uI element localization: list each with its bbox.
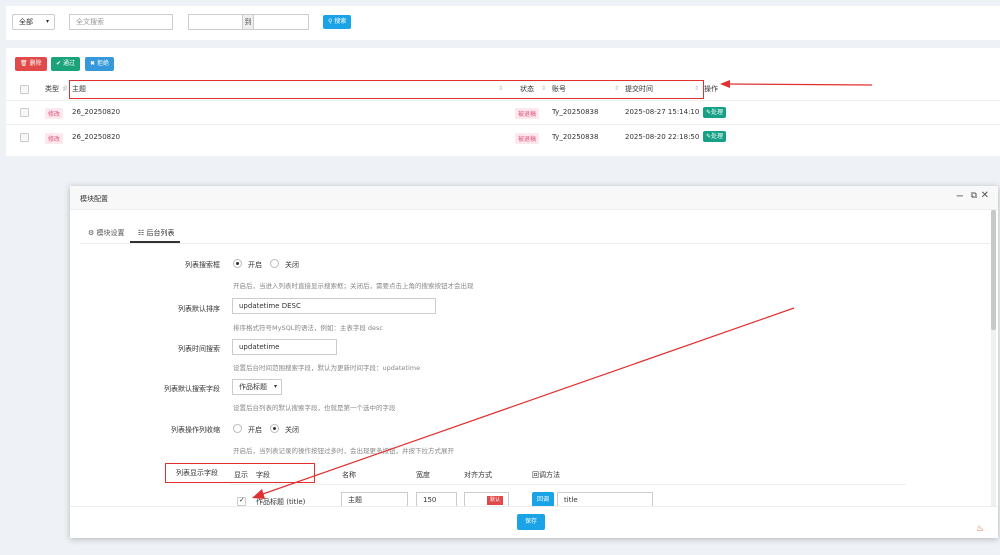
- search-button[interactable]: ⚲ 搜索: [323, 15, 352, 29]
- check-circle-icon: ✔: [56, 60, 62, 67]
- modal-title: 模块配置: [80, 195, 108, 203]
- status-badge: 被退稿: [515, 133, 540, 144]
- search-button-label: 搜索: [334, 18, 347, 25]
- type-badge: 修改: [45, 133, 64, 144]
- list-search-box-label: 列表搜索框: [185, 261, 220, 269]
- row-checkbox[interactable]: [20, 133, 29, 142]
- status-badge: 被退稿: [515, 108, 540, 119]
- row-divider: [6, 100, 1000, 101]
- row-checkbox[interactable]: [20, 108, 29, 117]
- approve-label: 通过: [62, 60, 75, 67]
- search-box-on-radio[interactable]: [233, 259, 242, 268]
- list-panel: [6, 48, 1000, 156]
- gear-icon: ⚙: [88, 229, 95, 237]
- chevron-down-icon: ▾: [45, 18, 49, 25]
- close-circle-icon: ✖: [90, 60, 96, 67]
- process-label: 处理: [711, 109, 724, 116]
- type-select-value: 全部: [19, 18, 33, 26]
- list-icon: ☷: [138, 229, 145, 237]
- highlight-box-header: [69, 80, 704, 99]
- save-button[interactable]: 保存: [517, 514, 546, 530]
- row-account: Ty_20250838: [552, 133, 599, 141]
- modal-scrollbar-thumb[interactable]: [991, 210, 996, 330]
- close-icon[interactable]: ✕: [981, 190, 989, 201]
- annotation-arrow: [720, 80, 873, 88]
- tab-divider: [80, 243, 990, 244]
- tab-backend-list[interactable]: ☷ 后台列表: [138, 228, 175, 238]
- row-subject[interactable]: 26_20250820: [72, 108, 120, 116]
- sort-icon: ⇕: [63, 85, 69, 92]
- default-sort-label: 列表默认排序: [178, 305, 220, 313]
- row-subject[interactable]: 26_20250820: [72, 133, 120, 141]
- range-end-input[interactable]: [253, 14, 309, 30]
- flame-icon: ♨: [976, 524, 985, 534]
- approve-button[interactable]: ✔ 通过: [51, 57, 80, 71]
- delete-button[interactable]: 🗑 删除: [15, 57, 47, 71]
- search-box-on-label: 开启: [248, 261, 262, 269]
- select-all-checkbox[interactable]: [20, 85, 29, 94]
- maximize-icon[interactable]: ⧉: [971, 191, 977, 201]
- trash-icon: 🗑: [20, 60, 28, 67]
- col-header-subject-sort[interactable]: ⇕: [63, 84, 68, 92]
- action-collapse-label: 列表操作列收缩: [171, 426, 220, 434]
- row-account: Ty_20250838: [552, 108, 599, 116]
- tab-module-settings[interactable]: ⚙ 模块设置: [88, 228, 125, 238]
- search-icon: ⚲: [328, 18, 333, 25]
- process-button[interactable]: ✎处理: [703, 131, 727, 142]
- search-box-help: 开启后，当进入列表时直接显示搜索框；关闭后，需要点击上角的搜索按钮才会出现: [233, 282, 474, 290]
- col-type-label: 类型: [45, 85, 59, 93]
- search-box-off-label: 关闭: [285, 261, 299, 269]
- row-time: 2025-08-20 22:18:50: [625, 133, 700, 141]
- type-select[interactable]: 全部 ▾: [12, 14, 55, 30]
- process-label: 处理: [711, 133, 724, 140]
- time-search-label: 列表时间搜索: [178, 345, 220, 353]
- default-search-field-label: 列表默认搜索字段: [164, 385, 220, 393]
- reject-label: 拒绝: [96, 60, 109, 67]
- type-badge: 修改: [45, 108, 64, 119]
- reject-button[interactable]: ✖ 拒绝: [85, 57, 114, 71]
- tab-module-settings-label: 模块设置: [96, 229, 125, 237]
- minimize-icon[interactable]: −: [956, 191, 964, 202]
- tab-backend-list-label: 后台列表: [146, 229, 175, 237]
- search-box-off-radio[interactable]: [270, 259, 279, 268]
- fulltext-search-input[interactable]: 全文搜索: [69, 14, 173, 30]
- modal-header: 模块配置 − ⧉ ✕: [70, 186, 998, 210]
- row-divider: [6, 124, 1000, 125]
- row-time: 2025-08-27 15:14:10: [625, 108, 700, 116]
- annotation-arrow: [252, 307, 795, 499]
- process-button[interactable]: ✎处理: [703, 107, 727, 118]
- range-start-input[interactable]: [188, 14, 243, 30]
- delete-label: 删除: [29, 60, 42, 67]
